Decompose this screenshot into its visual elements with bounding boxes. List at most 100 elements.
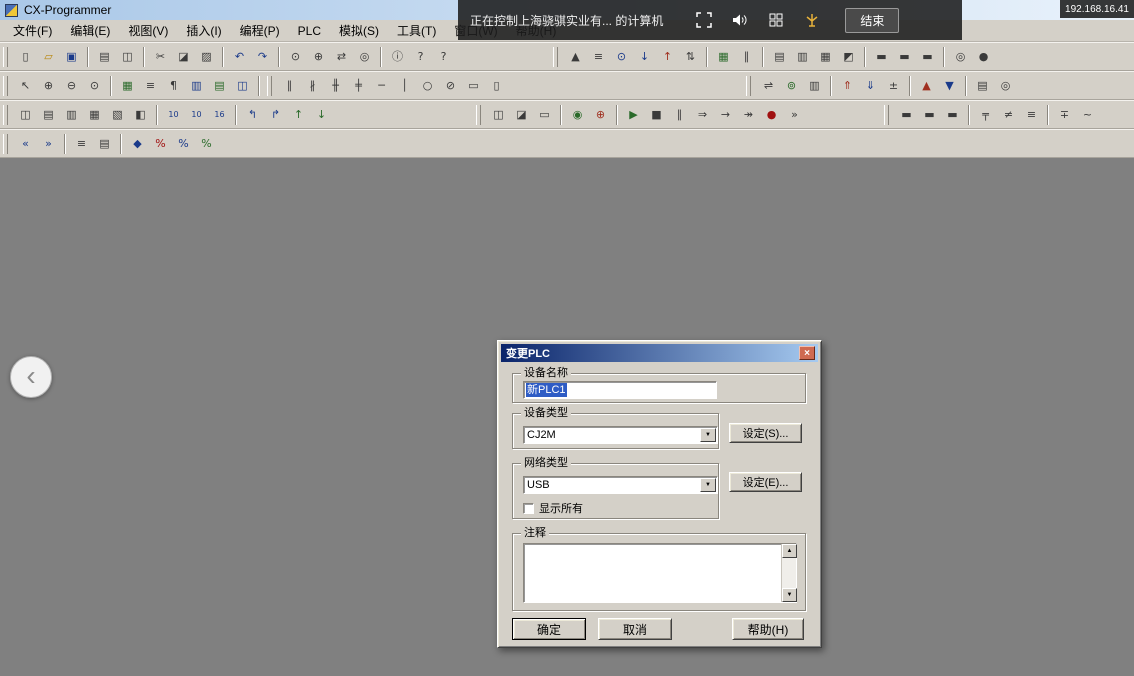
compare-with-plc-button[interactable]: ⇅: [679, 46, 702, 68]
cascade-windows-button[interactable]: ◫: [14, 104, 37, 126]
plc-settings-button[interactable]: ▥: [791, 46, 814, 68]
print-button[interactable]: ▤: [93, 46, 116, 68]
watch-window-button[interactable]: ▤: [971, 75, 994, 97]
memory-card-button[interactable]: ▬: [895, 104, 918, 126]
function-key-bar-button[interactable]: ▬: [893, 46, 916, 68]
menu-item[interactable]: 工具(T): [388, 19, 445, 42]
ok-button[interactable]: 确定: [512, 618, 586, 640]
help-button[interactable]: ?: [409, 46, 432, 68]
cross-reference-button[interactable]: ◎: [949, 46, 972, 68]
memory-view-button[interactable]: ▦: [814, 46, 837, 68]
mnemonic-view-button[interactable]: ▤: [208, 75, 231, 97]
print-preview-button[interactable]: ◫: [116, 46, 139, 68]
sim-continuous-button[interactable]: ↠: [737, 104, 760, 126]
monitor-percent-green-button[interactable]: %: [195, 133, 218, 155]
online-edit-release-button[interactable]: ≡: [1020, 104, 1043, 126]
keyboard-mapping-button[interactable]: ▬: [870, 46, 893, 68]
hex-16-button[interactable]: 16: [208, 104, 231, 126]
function-block-button[interactable]: ▯: [485, 75, 508, 97]
back-navigation-button[interactable]: ‹: [10, 356, 52, 398]
rung-comment-button[interactable]: ≡: [139, 75, 162, 97]
menu-item[interactable]: 视图(V): [119, 19, 177, 42]
io-comment-bar-button[interactable]: ▬: [916, 46, 939, 68]
navigate-up-button[interactable]: ↑: [287, 104, 310, 126]
connection-icon[interactable]: [803, 11, 821, 29]
device-type-select[interactable]: CJ2M ▼: [523, 426, 718, 444]
dialog-title-bar[interactable]: 变更PLC ×: [501, 344, 818, 362]
navigate-down-button[interactable]: ↓: [310, 104, 333, 126]
monitor-window-button[interactable]: ▥: [803, 75, 826, 97]
scroll-up-icon[interactable]: ▲: [782, 544, 797, 558]
or-contact-closed-button[interactable]: ╪: [347, 75, 370, 97]
sim-run-button[interactable]: ▶: [622, 104, 645, 126]
compile-button[interactable]: ▲: [564, 46, 587, 68]
replace-button[interactable]: ⇄: [330, 46, 353, 68]
fullscreen-icon[interactable]: [695, 11, 713, 29]
copy-button[interactable]: ◪: [172, 46, 195, 68]
monitor-in-hex-button[interactable]: ▥: [185, 75, 208, 97]
indent-left-button[interactable]: «: [14, 133, 37, 155]
save-button[interactable]: ▣: [60, 46, 83, 68]
grid-toggle-button[interactable]: ▦: [116, 75, 139, 97]
device-name-input[interactable]: 新PLC1: [523, 381, 717, 399]
menu-item[interactable]: 模拟(S): [330, 19, 388, 42]
redo-button[interactable]: ↷: [251, 46, 274, 68]
horizontal-line-button[interactable]: ─: [370, 75, 393, 97]
hold-status-button[interactable]: ▬: [941, 104, 964, 126]
zoom-in-button[interactable]: ⊕: [37, 75, 60, 97]
chevron-down-icon[interactable]: ▼: [700, 478, 716, 492]
comment-textarea[interactable]: ▲ ▼: [523, 543, 797, 603]
tile-horizontal-button[interactable]: ▤: [37, 104, 60, 126]
paste-button[interactable]: ▨: [195, 46, 218, 68]
menu-item[interactable]: 编辑(E): [61, 19, 119, 42]
differential-down-button[interactable]: ▼: [938, 75, 961, 97]
sim-stop-button[interactable]: ■: [645, 104, 668, 126]
scroll-down-icon[interactable]: ▼: [782, 588, 797, 602]
apps-grid-icon[interactable]: [767, 11, 785, 29]
sim-io-button[interactable]: ◪: [510, 104, 533, 126]
data-trace-button[interactable]: ◩: [837, 46, 860, 68]
find-button[interactable]: ⊙: [284, 46, 307, 68]
about-button[interactable]: ⓘ: [386, 46, 409, 68]
network-type-settings-button[interactable]: 设定(E)...: [729, 472, 802, 492]
find-next-button[interactable]: ⊕: [307, 46, 330, 68]
sim-ladder-button[interactable]: ◫: [487, 104, 510, 126]
undo-button[interactable]: ↶: [228, 46, 251, 68]
watch-update-button[interactable]: ◆: [126, 133, 149, 155]
zoom-out-button[interactable]: ⊖: [60, 75, 83, 97]
new-file-button[interactable]: ▯: [14, 46, 37, 68]
contact-open-button[interactable]: ∥: [278, 75, 301, 97]
output-window-button[interactable]: ▦: [83, 104, 106, 126]
go-forward-button[interactable]: ↱: [264, 104, 287, 126]
cut-button[interactable]: ✂: [149, 46, 172, 68]
transfer-from-plc-button[interactable]: ↑: [656, 46, 679, 68]
run-monitor-button[interactable]: ▦: [712, 46, 735, 68]
monitor-percent-red-button[interactable]: %: [149, 133, 172, 155]
set-value-button[interactable]: ±: [882, 75, 905, 97]
contact-closed-button[interactable]: ∦: [301, 75, 324, 97]
io-comment-view-button[interactable]: ◫: [231, 75, 254, 97]
rung-number-button[interactable]: ¶: [162, 75, 185, 97]
sim-breakpoint-button[interactable]: ●: [760, 104, 783, 126]
data-trace-toggle-button[interactable]: ~: [1076, 104, 1099, 126]
io-table-button[interactable]: ▤: [768, 46, 791, 68]
menu-item[interactable]: 编程(P): [231, 19, 289, 42]
cancel-button[interactable]: 取消: [598, 618, 672, 640]
closed-coil-button[interactable]: ⊘: [439, 75, 462, 97]
sim-step-button[interactable]: ⇒: [691, 104, 714, 126]
show-all-checkbox[interactable]: [523, 503, 534, 514]
go-back-button[interactable]: ↰: [241, 104, 264, 126]
chevron-down-icon[interactable]: ▼: [700, 428, 716, 442]
cross-ref-report-button[interactable]: ◎: [994, 75, 1017, 97]
vertical-line-button[interactable]: │: [393, 75, 416, 97]
sim-to-end-button[interactable]: »: [783, 104, 806, 126]
differential-up-button[interactable]: ▲: [915, 75, 938, 97]
context-help-button[interactable]: ?: [432, 46, 455, 68]
workspace-toggle-button[interactable]: ◧: [129, 104, 152, 126]
close-icon[interactable]: ×: [799, 346, 815, 360]
force-on-button[interactable]: ⇑: [836, 75, 859, 97]
menu-item[interactable]: 插入(I): [177, 19, 230, 42]
force-off-button[interactable]: ⇓: [859, 75, 882, 97]
find-in-project-button[interactable]: ◎: [353, 46, 376, 68]
sim-pause-button[interactable]: ∥: [668, 104, 691, 126]
